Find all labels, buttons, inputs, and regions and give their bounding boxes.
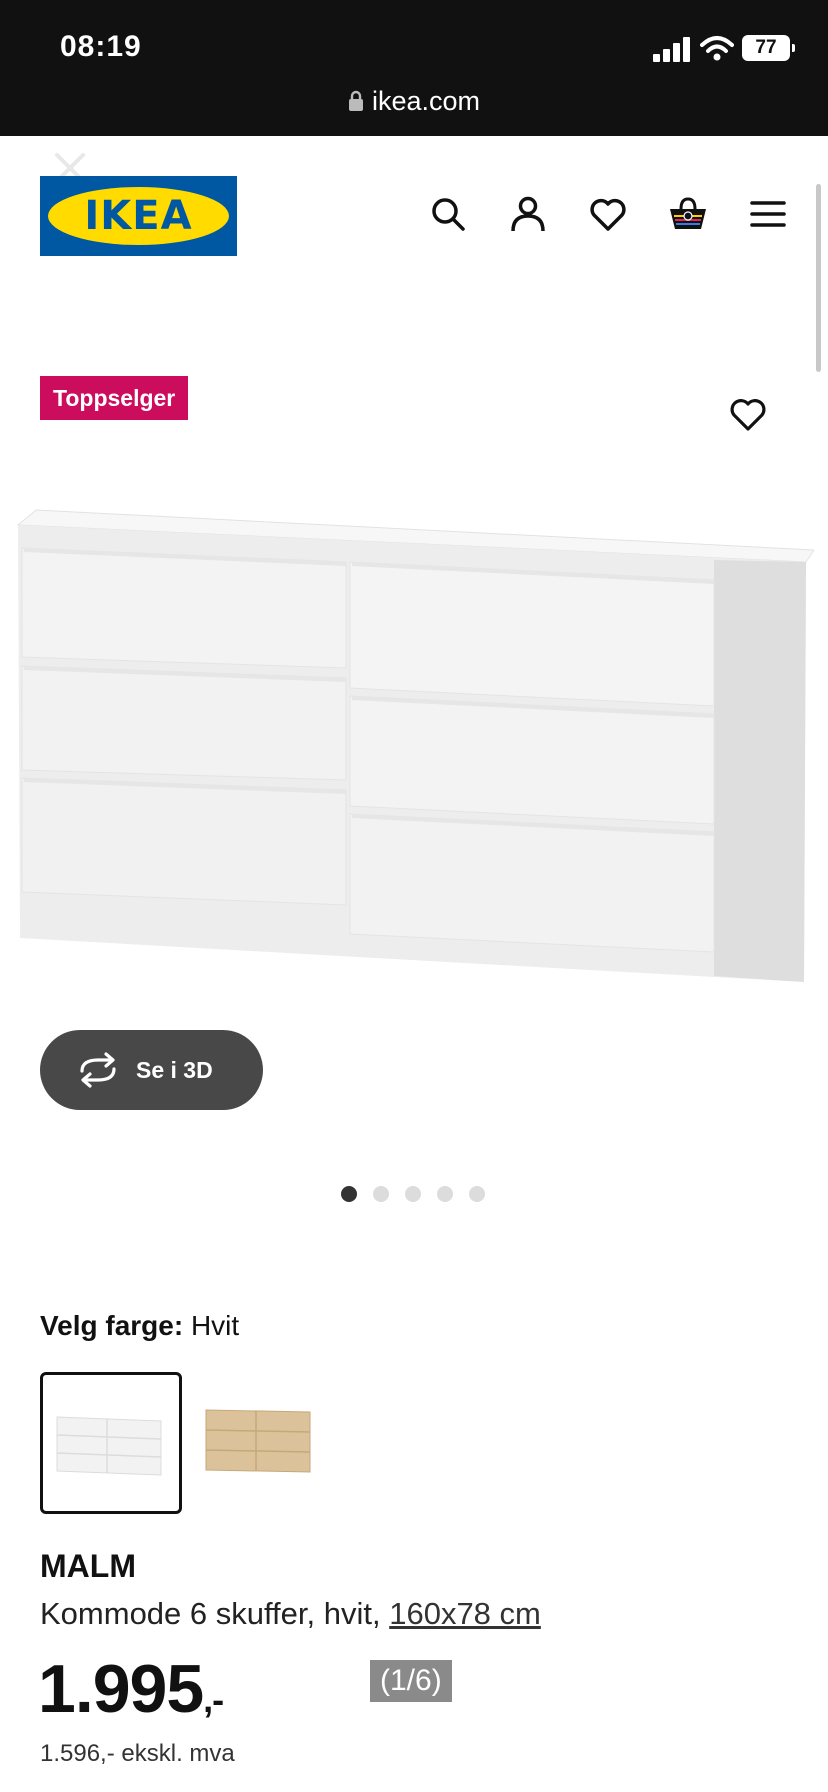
color-selector-label: Velg farge: Hvit (40, 1310, 239, 1342)
logo-text: IKEA (84, 193, 193, 239)
color-label: Velg farge: (40, 1310, 184, 1341)
product-size-link[interactable]: 160x78 cm (389, 1596, 541, 1631)
topseller-badge: Toppselger (40, 376, 189, 420)
carousel-dot[interactable] (341, 1186, 357, 1202)
product-price: 1.995,- (38, 1650, 224, 1728)
price-ex-vat: 1.596,- ekskl. mva (40, 1740, 235, 1767)
view-3d-button[interactable]: Se i 3D (40, 1030, 263, 1110)
heart-icon[interactable] (588, 194, 628, 234)
view-3d-label: Se i 3D (136, 1057, 213, 1083)
wifi-icon (700, 36, 734, 61)
price-main: 1.995 (38, 1651, 204, 1727)
battery-nub (792, 44, 795, 52)
ikea-logo[interactable]: IKEA (40, 176, 237, 256)
carousel-dot[interactable] (405, 1186, 421, 1202)
lock-icon (348, 90, 363, 111)
product-image[interactable] (14, 500, 814, 1000)
product-description-text: Kommode 6 skuffer, hvit, (40, 1596, 381, 1631)
price-suffix: ,- (203, 1679, 224, 1720)
account-icon[interactable] (508, 194, 548, 234)
color-value: Hvit (190, 1310, 240, 1341)
carousel-dot[interactable] (469, 1186, 485, 1202)
add-to-favourites-icon[interactable] (728, 394, 768, 434)
white-dresser-thumbnail (56, 1416, 162, 1476)
url-bar[interactable]: ikea.com (0, 86, 828, 117)
product-name: MALM (40, 1548, 136, 1584)
battery-indicator: 77 (742, 35, 790, 61)
carousel-dot[interactable] (437, 1186, 453, 1202)
menu-icon[interactable] (748, 194, 788, 234)
status-time: 08:19 (60, 30, 142, 63)
carousel-dot[interactable] (373, 1186, 389, 1202)
color-swatch-white[interactable] (40, 1372, 182, 1514)
color-swatch-oak[interactable] (198, 1372, 318, 1508)
page-scrollbar[interactable] (816, 184, 821, 372)
signal-icon (653, 36, 693, 62)
status-bar: 08:19 77 ikea.com (0, 0, 828, 136)
search-icon[interactable] (428, 194, 468, 234)
product-description: Kommode 6 skuffer, hvit, 160x78 cm (40, 1596, 541, 1632)
basket-icon[interactable] (668, 194, 708, 234)
url-text: ikea.com (371, 86, 481, 116)
rotate-3d-icon (80, 1052, 116, 1088)
image-counter: (1/6) (370, 1660, 452, 1702)
